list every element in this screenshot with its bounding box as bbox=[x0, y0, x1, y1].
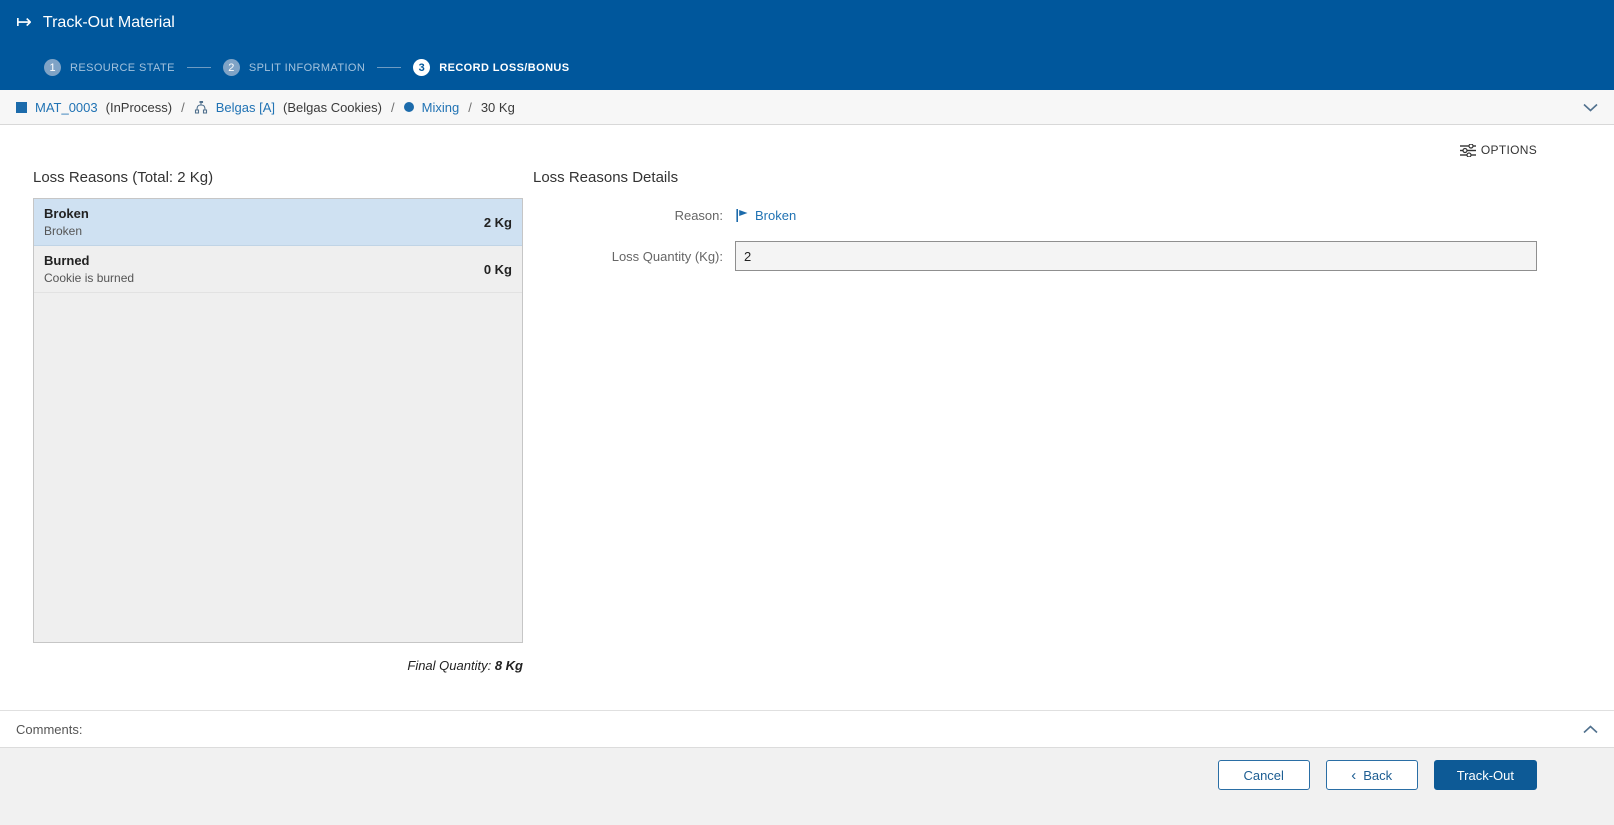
loss-reason-details-title: Loss Reasons Details bbox=[533, 169, 679, 186]
breadcrumb-operation-link[interactable]: Mixing bbox=[422, 100, 460, 115]
breadcrumb-separator: / bbox=[391, 99, 395, 115]
step-1-number-badge: 1 bbox=[44, 59, 61, 76]
loss-reason-name: Broken bbox=[44, 206, 89, 221]
loss-reason-quantity: 0 Kg bbox=[483, 261, 512, 277]
back-button-label: Back bbox=[1363, 767, 1393, 783]
loss-reason-description: Broken bbox=[44, 224, 83, 238]
step-2-number-badge: 2 bbox=[222, 59, 240, 76]
loss-reasons-title: Loss Reasons (Total: 2 Kg) bbox=[33, 169, 214, 186]
operation-icon bbox=[403, 102, 414, 112]
step-resource-state[interactable]: 1 RESOURCE STATE bbox=[44, 59, 175, 76]
breadcrumb: MAT_0003 (InProcess) / Belgas [A] (Belga… bbox=[0, 90, 1614, 125]
reason-row: Reason: Broken bbox=[533, 208, 1537, 223]
breadcrumb-equipment-desc: (Belgas Cookies) bbox=[283, 99, 382, 115]
breadcrumb-material-link[interactable]: MAT_0003 bbox=[35, 100, 98, 115]
final-quantity-label: Final Quantity: bbox=[407, 658, 492, 673]
split-icon bbox=[194, 100, 208, 114]
track-out-button[interactable]: Track-Out bbox=[1433, 760, 1537, 790]
loss-reason-name: Burned bbox=[44, 253, 90, 268]
footer-action-bar: Cancel ‹ Back Track-Out bbox=[0, 747, 1614, 825]
breadcrumb-separator: / bbox=[468, 99, 472, 115]
breadcrumb-expand-button[interactable] bbox=[1583, 103, 1598, 112]
breadcrumb-material-state: (InProcess) bbox=[105, 99, 173, 115]
loss-reasons-panel: Loss Reasons (Total: 2 Kg) Broken Broken… bbox=[33, 169, 523, 710]
options-icon bbox=[1459, 143, 1476, 157]
loss-quantity-row: Loss Quantity (Kg): bbox=[533, 241, 1537, 271]
reason-value-text: Broken bbox=[755, 208, 797, 223]
options-button[interactable]: OPTIONS bbox=[1459, 143, 1537, 157]
final-quantity-value: 8 Kg bbox=[494, 658, 523, 673]
comments-label: Comments: bbox=[16, 721, 83, 737]
track-out-button-label: Track-Out bbox=[1456, 767, 1514, 783]
content-columns: Loss Reasons (Total: 2 Kg) Broken Broken… bbox=[33, 169, 1537, 710]
step-connector bbox=[377, 67, 402, 68]
wizard-steps: 1 RESOURCE STATE 2 SPLIT INFORMATION 3 R… bbox=[0, 45, 1614, 90]
back-button[interactable]: ‹ Back bbox=[1325, 760, 1418, 790]
comments-bar: Comments: bbox=[0, 710, 1614, 747]
page-title: Track-Out Material bbox=[42, 13, 175, 31]
breadcrumb-equipment-link[interactable]: Belgas [A] bbox=[216, 100, 275, 115]
cancel-button-label: Cancel bbox=[1243, 767, 1284, 783]
loss-quantity-input[interactable] bbox=[735, 241, 1537, 271]
step-3-number-badge: 3 bbox=[413, 59, 431, 76]
step-split-information[interactable]: 2 SPLIT INFORMATION bbox=[222, 59, 366, 76]
loss-reason-row-burned[interactable]: Burned Cookie is burned 0 Kg bbox=[34, 246, 522, 293]
breadcrumb-separator: / bbox=[181, 99, 185, 115]
loss-reason-row-broken[interactable]: Broken Broken 2 Kg bbox=[34, 199, 522, 246]
options-row: OPTIONS bbox=[33, 143, 1537, 157]
loss-quantity-label: Loss Quantity (Kg): bbox=[611, 248, 723, 264]
step-connector bbox=[186, 67, 211, 68]
loss-reason-text: Broken Broken bbox=[44, 206, 484, 238]
loss-reason-quantity: 2 Kg bbox=[483, 214, 512, 230]
flag-icon bbox=[735, 208, 749, 223]
reason-value: Broken bbox=[735, 208, 796, 223]
step-1-label: RESOURCE STATE bbox=[70, 61, 175, 74]
breadcrumb-quantity: 30 Kg bbox=[480, 99, 515, 115]
step-record-loss-bonus[interactable]: 3 RECORD LOSS/BONUS bbox=[413, 59, 569, 76]
options-label: OPTIONS bbox=[1480, 143, 1537, 157]
step-2-label: SPLIT INFORMATION bbox=[248, 61, 366, 74]
final-quantity: Final Quantity: 8 Kg bbox=[33, 658, 523, 673]
loss-reason-details-panel: Loss Reasons Details Reason: Broken Loss… bbox=[533, 169, 1537, 710]
title-bar: ↦ Track-Out Material bbox=[0, 0, 1614, 45]
loss-reasons-list[interactable]: Broken Broken 2 Kg Burned Cookie is burn… bbox=[33, 198, 523, 643]
chevron-left-icon: ‹ bbox=[1351, 766, 1357, 784]
main-content: OPTIONS Loss Reasons (Total: 2 Kg) Broke… bbox=[0, 125, 1614, 710]
reason-label: Reason: bbox=[674, 208, 723, 223]
loss-reason-text: Burned Cookie is burned bbox=[44, 253, 484, 285]
comments-collapse-button[interactable] bbox=[1583, 724, 1598, 734]
loss-reason-description: Cookie is burned bbox=[44, 271, 135, 285]
material-icon bbox=[16, 101, 27, 113]
track-out-icon: ↦ bbox=[16, 11, 32, 33]
cancel-button[interactable]: Cancel bbox=[1217, 760, 1310, 790]
step-3-label: RECORD LOSS/BONUS bbox=[439, 61, 570, 74]
